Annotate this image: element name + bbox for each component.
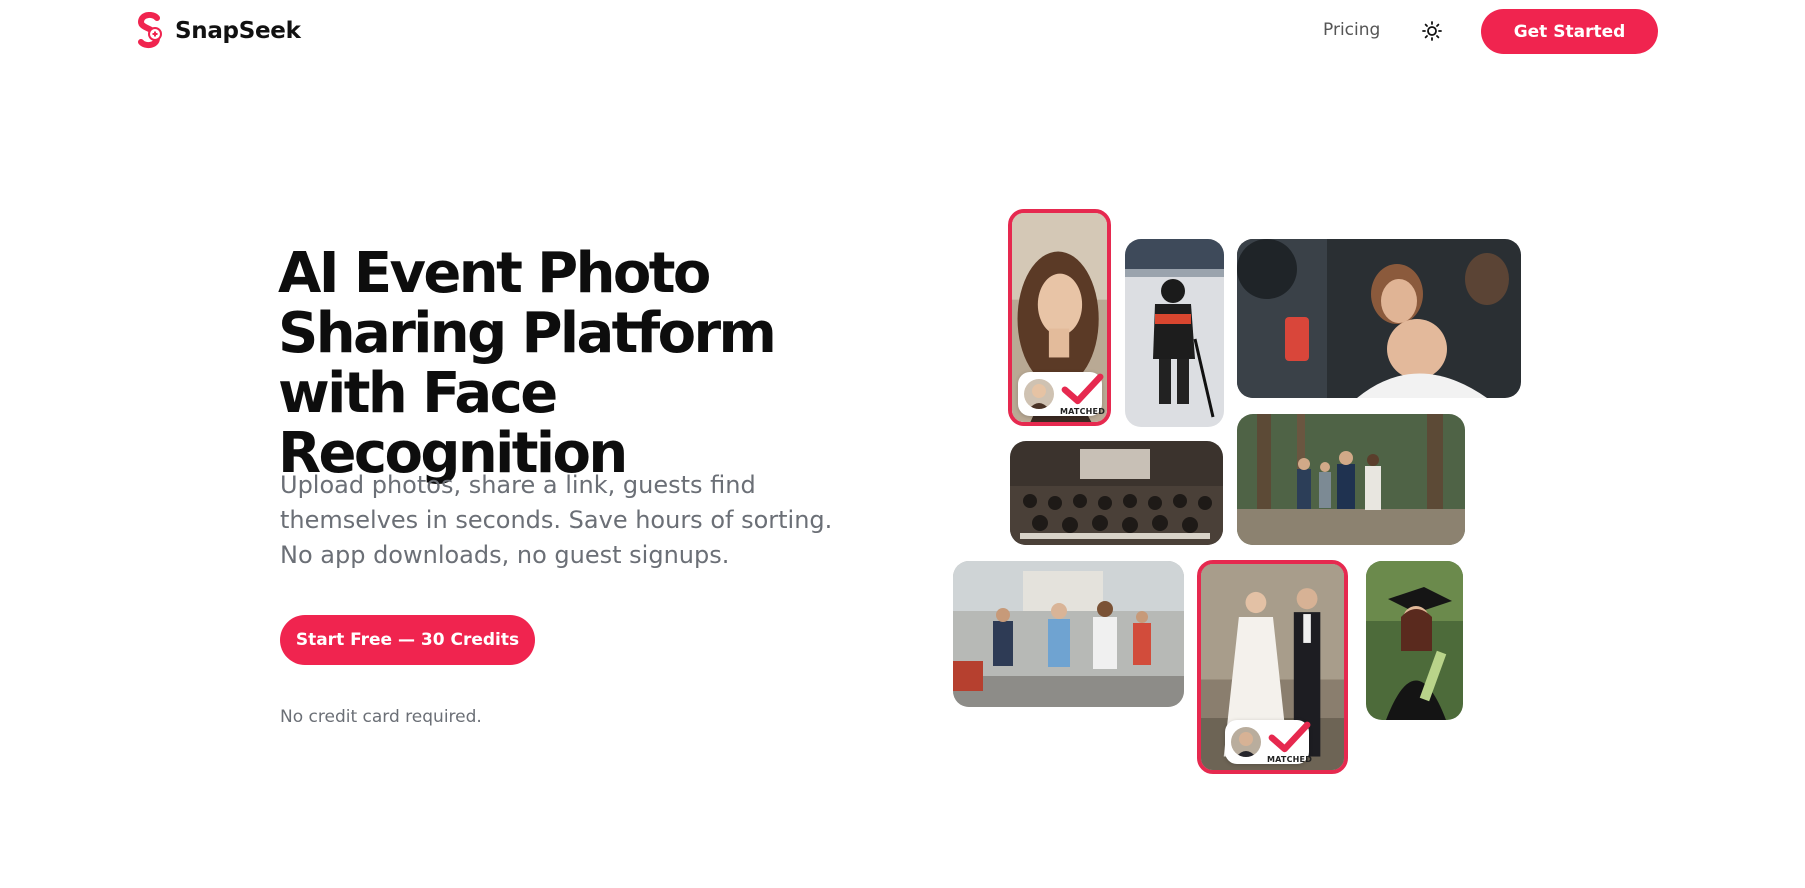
photo-marathon-runners: [953, 561, 1184, 707]
brand-name: SnapSeek: [175, 18, 301, 44]
theme-toggle-button[interactable]: [1419, 18, 1445, 44]
site-header: SnapSeek Pricing Get Started: [0, 0, 1805, 62]
check-icon: [1268, 721, 1311, 752]
sun-icon: [1422, 21, 1442, 41]
brand-link[interactable]: SnapSeek: [135, 12, 301, 50]
matched-badge: MATCHED: [1018, 372, 1106, 417]
check-icon: [1061, 373, 1104, 404]
matched-avatar: [1024, 379, 1054, 409]
snapseek-logo-icon: [137, 12, 162, 49]
matched-badge: MATCHED: [1225, 720, 1313, 765]
start-free-button[interactable]: Start Free — 30 Credits: [280, 615, 535, 665]
photo-graduate: [1366, 561, 1463, 720]
photo-forest-hikers: [1237, 414, 1465, 545]
matched-label: MATCHED: [1267, 755, 1313, 765]
no-credit-card-note: No credit card required.: [280, 707, 482, 727]
photo-hockey-player: [1125, 239, 1224, 427]
hero-subtitle: Upload photos, share a link, guests find…: [280, 471, 833, 569]
matched-avatar: [1231, 727, 1261, 757]
matched-label: MATCHED: [1060, 407, 1106, 417]
get-started-button[interactable]: Get Started: [1481, 9, 1658, 54]
hero-title: AI Event Photo Sharing Platform with Fac…: [278, 241, 777, 486]
photo-woman-portrait: MATCHED: [1008, 209, 1111, 426]
nav-pricing-link[interactable]: Pricing: [1323, 20, 1380, 40]
photo-conference-audience: [1010, 441, 1223, 545]
photo-party-crowd: [1237, 239, 1521, 398]
photo-wedding-couple: MATCHED: [1197, 560, 1348, 774]
